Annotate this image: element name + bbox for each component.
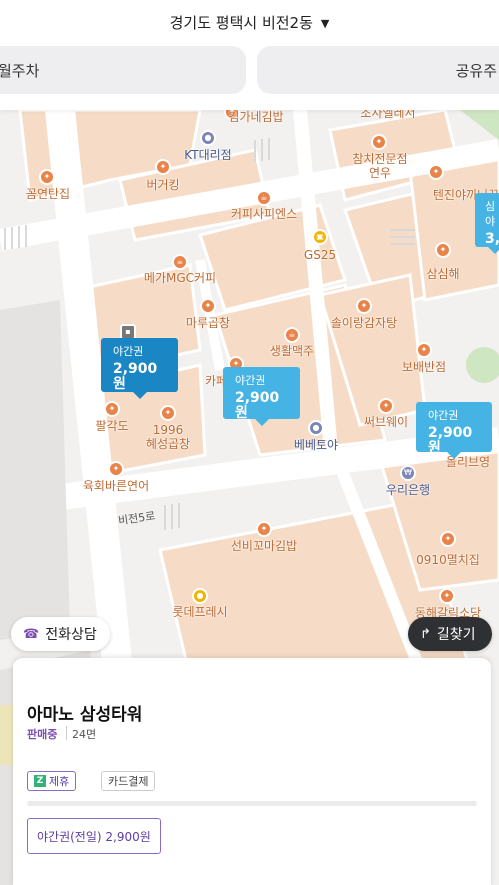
tab-label: 공유주 bbox=[455, 61, 497, 80]
restaurant-icon: ✦ bbox=[435, 242, 451, 258]
store-icon: ● bbox=[200, 130, 216, 146]
turn-arrow-icon: ↱ bbox=[420, 626, 431, 642]
poi-label[interactable]: 참치전문점 연우 bbox=[352, 152, 407, 180]
poi-label[interactable]: GS25 bbox=[304, 248, 336, 262]
grocery-icon: ● bbox=[192, 588, 208, 604]
ticket-label: 야간권(전일) 2,900원 bbox=[37, 829, 151, 844]
price-pin[interactable]: 야간권 2,900원 bbox=[101, 338, 178, 399]
cafe-icon: ☕ bbox=[284, 327, 300, 343]
restaurant-icon: ✦ bbox=[160, 405, 176, 421]
restaurant-icon: ✦ bbox=[356, 298, 372, 314]
poi-label[interactable]: 육회바른연어 bbox=[83, 479, 149, 493]
poi-label[interactable]: 꼼연탄집 bbox=[26, 187, 70, 201]
directions-label: 길찾기 bbox=[436, 627, 476, 643]
pin-price: 3, bbox=[485, 231, 499, 247]
top-header: 경기도 평택시 비전2동 ▼ 월주차 공유주 bbox=[0, 0, 499, 110]
tab-shared-parking[interactable]: 공유주 bbox=[257, 46, 499, 94]
poi-label[interactable]: 우리은행 bbox=[386, 483, 430, 497]
poi-label[interactable]: 롯데프레시 bbox=[172, 605, 227, 619]
divider bbox=[66, 726, 67, 740]
pin-type: 야간권 bbox=[235, 374, 266, 387]
poi-label[interactable]: 팔각도 bbox=[95, 419, 128, 433]
poi-label[interactable]: 생활맥주 bbox=[270, 344, 314, 358]
restaurant-icon: ✦ bbox=[439, 588, 455, 604]
restaurant-icon: ✦ bbox=[371, 134, 387, 150]
poi-label[interactable]: 버거킹 bbox=[146, 178, 179, 192]
poi-label[interactable]: KT대리점 bbox=[184, 148, 231, 162]
poi-label[interactable]: 베베토야 bbox=[294, 438, 338, 452]
card-payment-label: 카드결제 bbox=[108, 775, 149, 788]
restaurant-icon: ✦ bbox=[108, 461, 124, 477]
poi-label[interactable]: 삼심해 bbox=[426, 267, 459, 281]
restaurant-icon: ✦ bbox=[256, 521, 272, 537]
region-selector[interactable]: 경기도 평택시 비전2동 ▼ bbox=[0, 12, 499, 33]
night-ticket-button[interactable]: 야간권(전일) 2,900원 bbox=[27, 818, 161, 854]
convenience-store-icon: ▣ bbox=[312, 229, 328, 245]
parking-lot-card[interactable]: 아마노 삼성타워 판매중 24면 Z 제휴 카드결제 야간권(전일) 2,900… bbox=[13, 658, 491, 885]
pin-price: 2,900원 bbox=[428, 425, 473, 456]
poi-label[interactable]: 솔이랑감자탕 bbox=[331, 316, 397, 330]
parking-lot-name: 아마노 삼성타워 bbox=[27, 705, 143, 725]
partner-badge: Z 제휴 bbox=[27, 771, 77, 791]
pin-type: 야간권 bbox=[428, 409, 459, 422]
tab-monthly-parking[interactable]: 월주차 bbox=[0, 46, 246, 94]
directions-button[interactable]: ↱ 길찾기 bbox=[408, 617, 492, 651]
restaurant-icon: ✦ bbox=[104, 401, 120, 417]
restaurant-icon: ✦ bbox=[200, 298, 216, 314]
phone-consult-label: 전화상담 bbox=[45, 627, 97, 643]
pin-type: 심야 bbox=[485, 200, 496, 228]
bank-icon: ₩ bbox=[400, 465, 416, 481]
cafe-icon: ☕ bbox=[256, 190, 272, 206]
sale-status: 판매중 bbox=[27, 728, 58, 741]
price-pin[interactable]: 심야 3, bbox=[475, 193, 499, 254]
cafe-icon: ☕ bbox=[172, 254, 188, 270]
restaurant-icon: ✦ bbox=[155, 159, 171, 175]
poi-label[interactable]: 조사엘레서 bbox=[360, 110, 415, 120]
poi-label[interactable]: 커피사피엔스 bbox=[231, 207, 297, 221]
space-count: 24면 bbox=[72, 728, 97, 741]
pin-price: 2,900원 bbox=[113, 361, 158, 392]
phone-icon: ☎ bbox=[23, 626, 40, 642]
restaurant-icon: ✦ bbox=[428, 164, 444, 180]
price-pin[interactable]: 야간권 2,900원 bbox=[223, 367, 300, 426]
toy-store-icon: ● bbox=[308, 420, 324, 436]
restaurant-icon: ✦ bbox=[378, 398, 394, 414]
tab-label: 월주차 bbox=[0, 61, 40, 80]
partner-label: 제휴 bbox=[49, 775, 70, 788]
pin-type: 야간권 bbox=[113, 345, 144, 358]
restaurant-icon: ✦ bbox=[416, 342, 432, 358]
pin-price: 2,900원 bbox=[235, 390, 280, 421]
poi-label[interactable]: 김가네김밥 bbox=[228, 110, 283, 124]
price-pin[interactable]: 야간권 2,900원 bbox=[416, 402, 492, 459]
poi-label[interactable]: 1996 혜성곱창 bbox=[146, 423, 190, 451]
poi-label[interactable]: 선비꼬마김밥 bbox=[231, 539, 297, 553]
partner-z-icon: Z bbox=[34, 775, 46, 787]
region-label: 경기도 평택시 비전2동 bbox=[169, 14, 313, 32]
caret-down-icon: ▼ bbox=[320, 17, 330, 30]
poi-label[interactable]: 써브웨이 bbox=[364, 415, 408, 429]
poi-label[interactable]: 0910멸치집 bbox=[416, 553, 480, 567]
poi-label[interactable]: 메가MGC커피 bbox=[144, 271, 216, 285]
card-payment-badge: 카드결제 bbox=[101, 771, 156, 791]
poi-label[interactable]: 보배반점 bbox=[402, 360, 446, 374]
divider-bar bbox=[27, 801, 477, 806]
phone-consult-button[interactable]: ☎ 전화상담 bbox=[11, 617, 110, 651]
restaurant-icon: ✦ bbox=[39, 169, 55, 185]
poi-label[interactable]: 마루곱창 bbox=[186, 316, 230, 330]
restaurant-icon: ✦ bbox=[440, 531, 456, 547]
